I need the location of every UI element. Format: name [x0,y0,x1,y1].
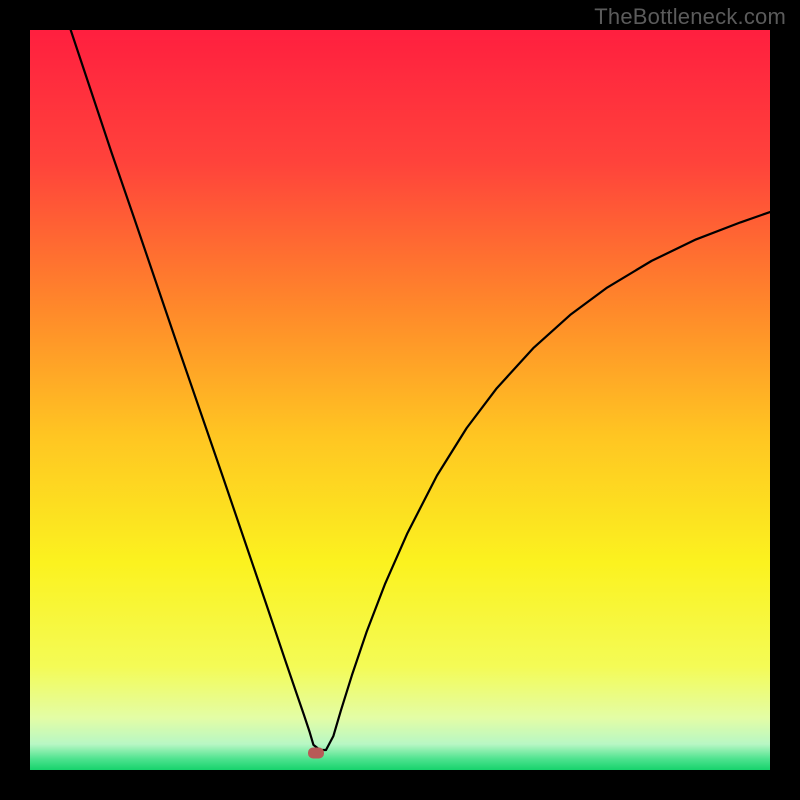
chart-frame: TheBottleneck.com [0,0,800,800]
gradient-and-curve-layer [30,30,770,770]
optimum-marker [308,747,324,758]
watermark-text: TheBottleneck.com [594,4,786,30]
plot-area [30,30,770,770]
gradient-background [30,30,770,770]
bottleneck-curve [71,30,770,750]
